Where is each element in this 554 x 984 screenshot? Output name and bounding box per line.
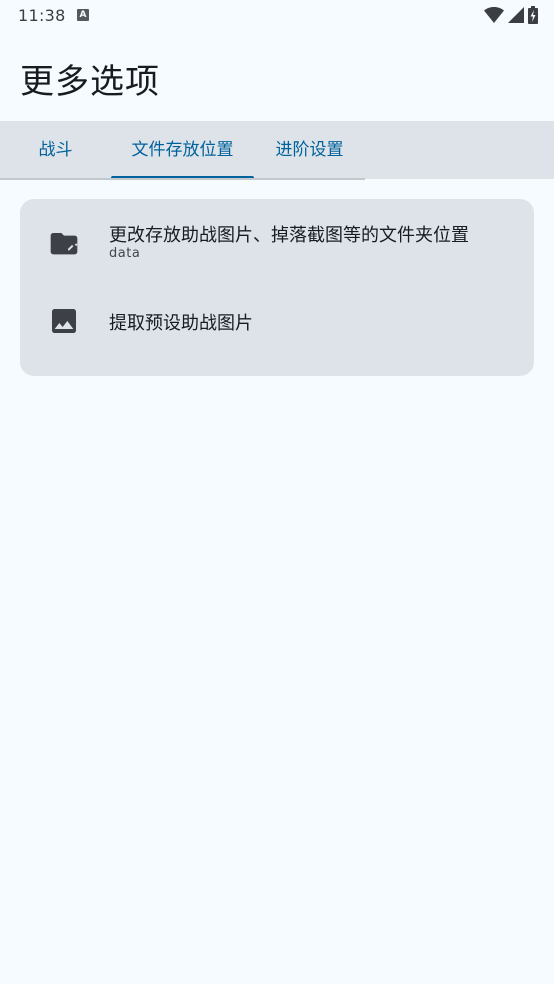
options-card: 更改存放助战图片、掉落截图等的文件夹位置 data 提取预设助战图片 (20, 199, 534, 376)
status-bar: 11:38 A (0, 0, 554, 32)
option-extract-default-images[interactable]: 提取预设助战图片 (20, 291, 534, 353)
tab-advanced-settings[interactable]: 进阶设置 (254, 121, 365, 179)
wifi-icon (484, 7, 504, 23)
status-time: 11:38 (18, 6, 66, 25)
tab-divider (0, 178, 365, 180)
option-title: 更改存放助战图片、掉落截图等的文件夹位置 (109, 225, 469, 246)
page-title: 更多选项 (20, 62, 160, 102)
option-subtitle: data (109, 246, 141, 261)
tab-file-location[interactable]: 文件存放位置 (111, 121, 254, 179)
a-letter-icon: A (77, 9, 89, 21)
tab-bar: 战斗 文件存放位置 进阶设置 (0, 121, 554, 179)
tab-battle[interactable]: 战斗 (0, 121, 111, 179)
signal-icon (508, 7, 524, 23)
option-title: 提取预设助战图片 (109, 313, 253, 334)
option-change-folder-location[interactable]: 更改存放助战图片、掉落截图等的文件夹位置 data (20, 213, 534, 281)
status-icons (484, 6, 538, 24)
image-icon (52, 309, 76, 333)
folder-edit-icon (50, 233, 78, 255)
battery-charging-icon (528, 6, 538, 24)
